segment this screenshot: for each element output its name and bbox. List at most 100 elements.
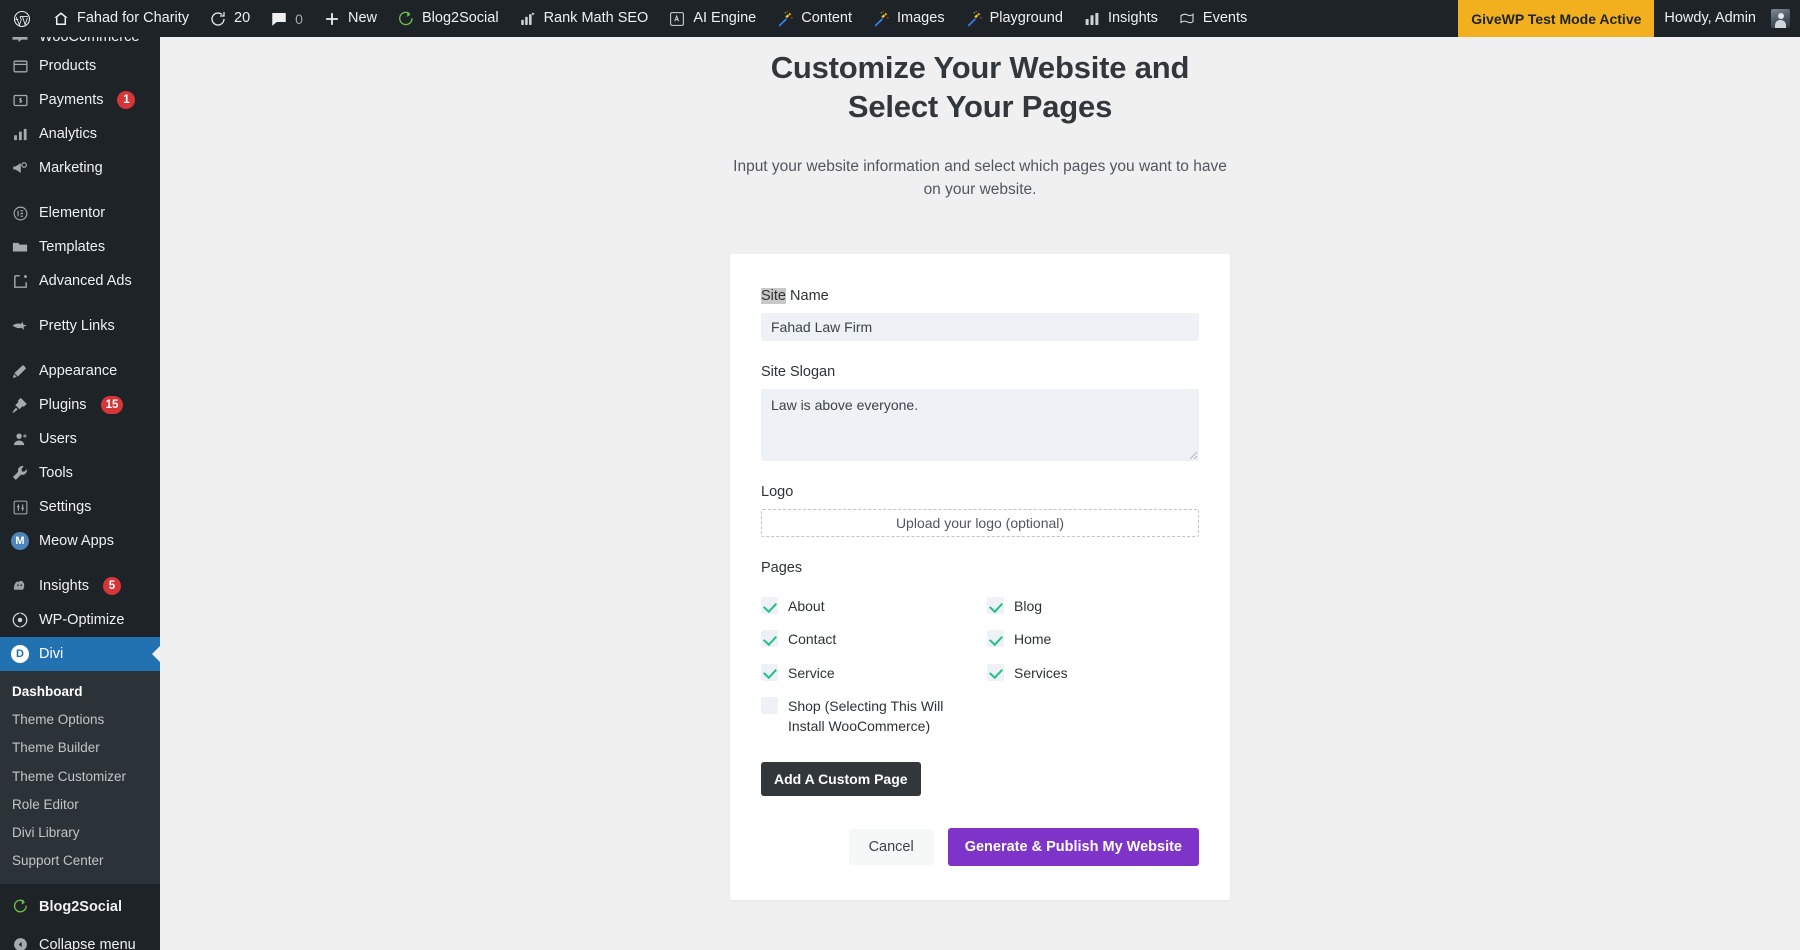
page-checkbox-about[interactable]: About xyxy=(761,596,973,616)
adminbar-label: Events xyxy=(1203,11,1247,26)
blog2social-icon xyxy=(10,897,30,917)
divi-submenu: Dashboard Theme Options Theme Builder Th… xyxy=(0,671,160,884)
collapse-menu-button[interactable]: Collapse menu xyxy=(0,928,160,950)
updates-count: 20 xyxy=(234,11,250,26)
adminbar-item-playground[interactable]: Playground xyxy=(955,0,1073,37)
page-checkbox-home[interactable]: Home xyxy=(987,629,1199,649)
collapse-arrow-icon xyxy=(10,935,30,950)
generate-publish-button[interactable]: Generate & Publish My Website xyxy=(948,828,1199,866)
sidebar-item-plugins[interactable]: Plugins 15 xyxy=(0,388,160,422)
wordpress-logo-button[interactable] xyxy=(0,0,42,37)
sidebar-item-pretty-links[interactable]: Pretty Links xyxy=(0,309,160,343)
bar-chart-icon xyxy=(1083,10,1101,28)
site-name-label-highlight: Site xyxy=(761,288,786,304)
page-checkbox-blog[interactable]: Blog xyxy=(987,596,1199,616)
site-name-button[interactable]: Fahad for Charity xyxy=(42,0,199,37)
sidebar-item-label: Advanced Ads xyxy=(39,273,132,289)
comments-button[interactable]: 0 xyxy=(260,0,313,37)
site-name-label: Site Name xyxy=(761,288,829,304)
sidebar-item-settings[interactable]: Settings xyxy=(0,490,160,524)
add-custom-page-button[interactable]: Add A Custom Page xyxy=(761,762,921,796)
menu-separator xyxy=(0,558,160,569)
sidebar-item-elementor[interactable]: Elementor xyxy=(0,196,160,230)
sidebar-item-templates[interactable]: Templates xyxy=(0,230,160,264)
adminbar-item-rank-math-seo[interactable]: Rank Math SEO xyxy=(509,0,659,37)
marketing-icon xyxy=(10,158,30,178)
sidebar-item-label: Meow Apps xyxy=(39,533,114,549)
checkbox-checked-icon[interactable] xyxy=(761,597,778,614)
adminbar-item-blog2social[interactable]: Blog2Social xyxy=(387,0,509,37)
checkbox-checked-icon[interactable] xyxy=(987,630,1004,647)
site-slogan-textarea[interactable] xyxy=(761,389,1199,461)
sidebar-item-marketing[interactable]: Marketing xyxy=(0,151,160,185)
sidebar-item-label: Pretty Links xyxy=(39,318,115,334)
menu-separator xyxy=(0,343,160,354)
sidebar-item-users[interactable]: Users xyxy=(0,422,160,456)
adminbar-item-content[interactable]: Content xyxy=(766,0,862,37)
submenu-item-theme-customizer[interactable]: Theme Customizer xyxy=(0,763,160,791)
checkbox-checked-icon[interactable] xyxy=(761,664,778,681)
adminbar-label: Rank Math SEO xyxy=(544,11,649,26)
page-checkbox-contact[interactable]: Contact xyxy=(761,629,973,649)
sidebar-item-products[interactable]: Products xyxy=(0,49,160,83)
adminbar-item-events[interactable]: Events xyxy=(1168,0,1257,37)
submenu-item-theme-options[interactable]: Theme Options xyxy=(0,706,160,734)
submenu-item-role-editor[interactable]: Role Editor xyxy=(0,791,160,819)
logo-label: Logo xyxy=(761,484,793,500)
page-checkbox-shop[interactable]: Shop (Selecting This Will Install WooCom… xyxy=(761,696,973,737)
sidebar-item-label: Marketing xyxy=(39,160,103,176)
checkbox-checked-icon[interactable] xyxy=(987,597,1004,614)
new-content-button[interactable]: New xyxy=(313,0,387,37)
checkbox-checked-icon[interactable] xyxy=(987,664,1004,681)
submenu-item-theme-builder[interactable]: Theme Builder xyxy=(0,734,160,762)
sidebar-item-meow-apps[interactable]: M Meow Apps xyxy=(0,524,160,558)
elementor-icon xyxy=(10,203,30,223)
sidebar-item-payments[interactable]: Payments 1 xyxy=(0,83,160,117)
cancel-button[interactable]: Cancel xyxy=(849,829,934,865)
sidebar-item-advanced-ads[interactable]: Advanced Ads xyxy=(0,264,160,298)
sidebar-item-tools[interactable]: Tools xyxy=(0,456,160,490)
sidebar-item-woocommerce[interactable]: WooCommerce xyxy=(0,37,160,49)
submenu-item-support-center[interactable]: Support Center xyxy=(0,847,160,875)
sidebar-item-divi[interactable]: D Divi xyxy=(0,637,160,671)
page-checkbox-service[interactable]: Service xyxy=(761,663,973,683)
howdy-account-menu[interactable]: Howdy, Admin xyxy=(1654,0,1800,37)
logo-upload-dropzone[interactable]: Upload your logo (optional) xyxy=(761,509,1199,537)
sidebar-item-label: WP-Optimize xyxy=(39,612,124,628)
analytics-icon xyxy=(10,124,30,144)
page-checkbox-services[interactable]: Services xyxy=(987,663,1199,683)
checkbox-unchecked-icon[interactable] xyxy=(761,697,778,714)
adminbar-item-images[interactable]: Images xyxy=(862,0,955,37)
pages-label: Pages xyxy=(761,560,802,576)
checkbox-checked-icon[interactable] xyxy=(761,630,778,647)
submenu-item-dashboard[interactable]: Dashboard xyxy=(0,678,160,706)
sidebar-item-appearance[interactable]: Appearance xyxy=(0,354,160,388)
page-header: Customize Your Website and Select Your P… xyxy=(160,37,1800,201)
sidebar-item-blog2social[interactable]: Blog2Social xyxy=(0,890,160,924)
sidebar-item-label: Elementor xyxy=(39,205,105,221)
main-content: Customize Your Website and Select Your P… xyxy=(160,37,1800,950)
adminbar-item-ai-engine[interactable]: AI Engine xyxy=(658,0,766,37)
updates-button[interactable]: 20 xyxy=(199,0,260,37)
sidebar-item-label: Analytics xyxy=(39,126,97,142)
sidebar-item-analytics[interactable]: Analytics xyxy=(0,117,160,151)
sidebar-item-label: Tools xyxy=(39,465,73,481)
form-actions: Cancel Generate & Publish My Website xyxy=(761,828,1199,866)
sidebar-item-label: Plugins xyxy=(39,397,87,413)
givewp-test-mode-badge[interactable]: GiveWP Test Mode Active xyxy=(1458,0,1654,37)
blog2social-icon xyxy=(397,10,415,28)
customize-website-form-card: Site Name Site Slogan Logo Upload your l… xyxy=(730,254,1230,900)
settings-icon xyxy=(10,497,30,517)
templates-icon xyxy=(10,237,30,257)
sidebar-item-wp-optimize[interactable]: WP-Optimize xyxy=(0,603,160,637)
adminbar-label: Blog2Social xyxy=(422,11,499,26)
page-option-label: Contact xyxy=(788,629,836,649)
sidebar-item-label: Insights xyxy=(39,578,89,594)
submenu-item-divi-library[interactable]: Divi Library xyxy=(0,819,160,847)
page-title-line1: Customize Your Website and xyxy=(771,50,1190,85)
pretty-links-icon xyxy=(10,316,30,336)
sidebar-item-insights[interactable]: Insights 5 xyxy=(0,569,160,603)
adminbar-label: Content xyxy=(801,11,852,26)
site-name-input[interactable] xyxy=(761,313,1199,341)
adminbar-item-insights[interactable]: Insights xyxy=(1073,0,1168,37)
